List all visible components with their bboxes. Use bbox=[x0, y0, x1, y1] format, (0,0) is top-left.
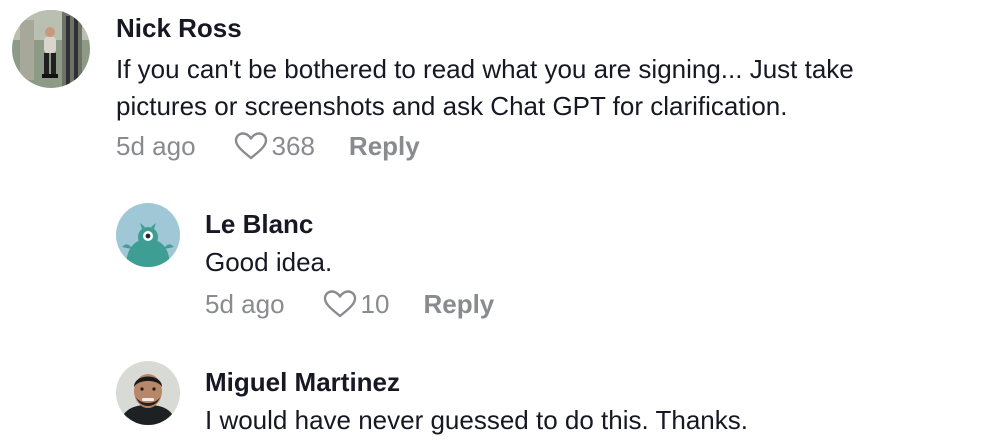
comment-text-line: If you can't be bothered to read what yo… bbox=[116, 54, 854, 84]
like-button[interactable]: 368 bbox=[234, 131, 315, 161]
comment-timestamp: 5d ago bbox=[205, 289, 285, 319]
comment-text-line: Good idea. bbox=[205, 247, 333, 277]
comment-text-line: pictures or screenshots and ask Chat GPT… bbox=[116, 91, 788, 121]
like-count: 10 bbox=[360, 289, 390, 319]
reply-button[interactable]: Reply bbox=[423, 291, 494, 317]
comment-meta: 5d ago 10 Reply bbox=[205, 289, 494, 319]
comment-author[interactable]: Miguel Martinez bbox=[205, 369, 400, 395]
heart-icon bbox=[323, 290, 356, 318]
avatar[interactable] bbox=[116, 203, 180, 267]
like-button[interactable]: 10 bbox=[323, 289, 390, 319]
comment-author[interactable]: Le Blanc bbox=[205, 211, 313, 237]
user-photo-avatar-icon bbox=[116, 361, 180, 425]
user-photo-avatar-icon bbox=[12, 10, 90, 88]
comment-meta: 5d ago 368 Reply bbox=[116, 131, 420, 161]
teal-monster-avatar-icon bbox=[116, 203, 180, 267]
heart-icon bbox=[234, 132, 267, 160]
reply-button[interactable]: Reply bbox=[349, 133, 420, 159]
avatar[interactable] bbox=[12, 10, 90, 88]
comment-timestamp: 5d ago bbox=[116, 131, 196, 161]
like-count: 368 bbox=[271, 131, 315, 161]
comment-text-line: I would have never guessed to do this. T… bbox=[205, 405, 748, 435]
avatar[interactable] bbox=[116, 361, 180, 425]
comment-author[interactable]: Nick Ross bbox=[116, 15, 242, 41]
